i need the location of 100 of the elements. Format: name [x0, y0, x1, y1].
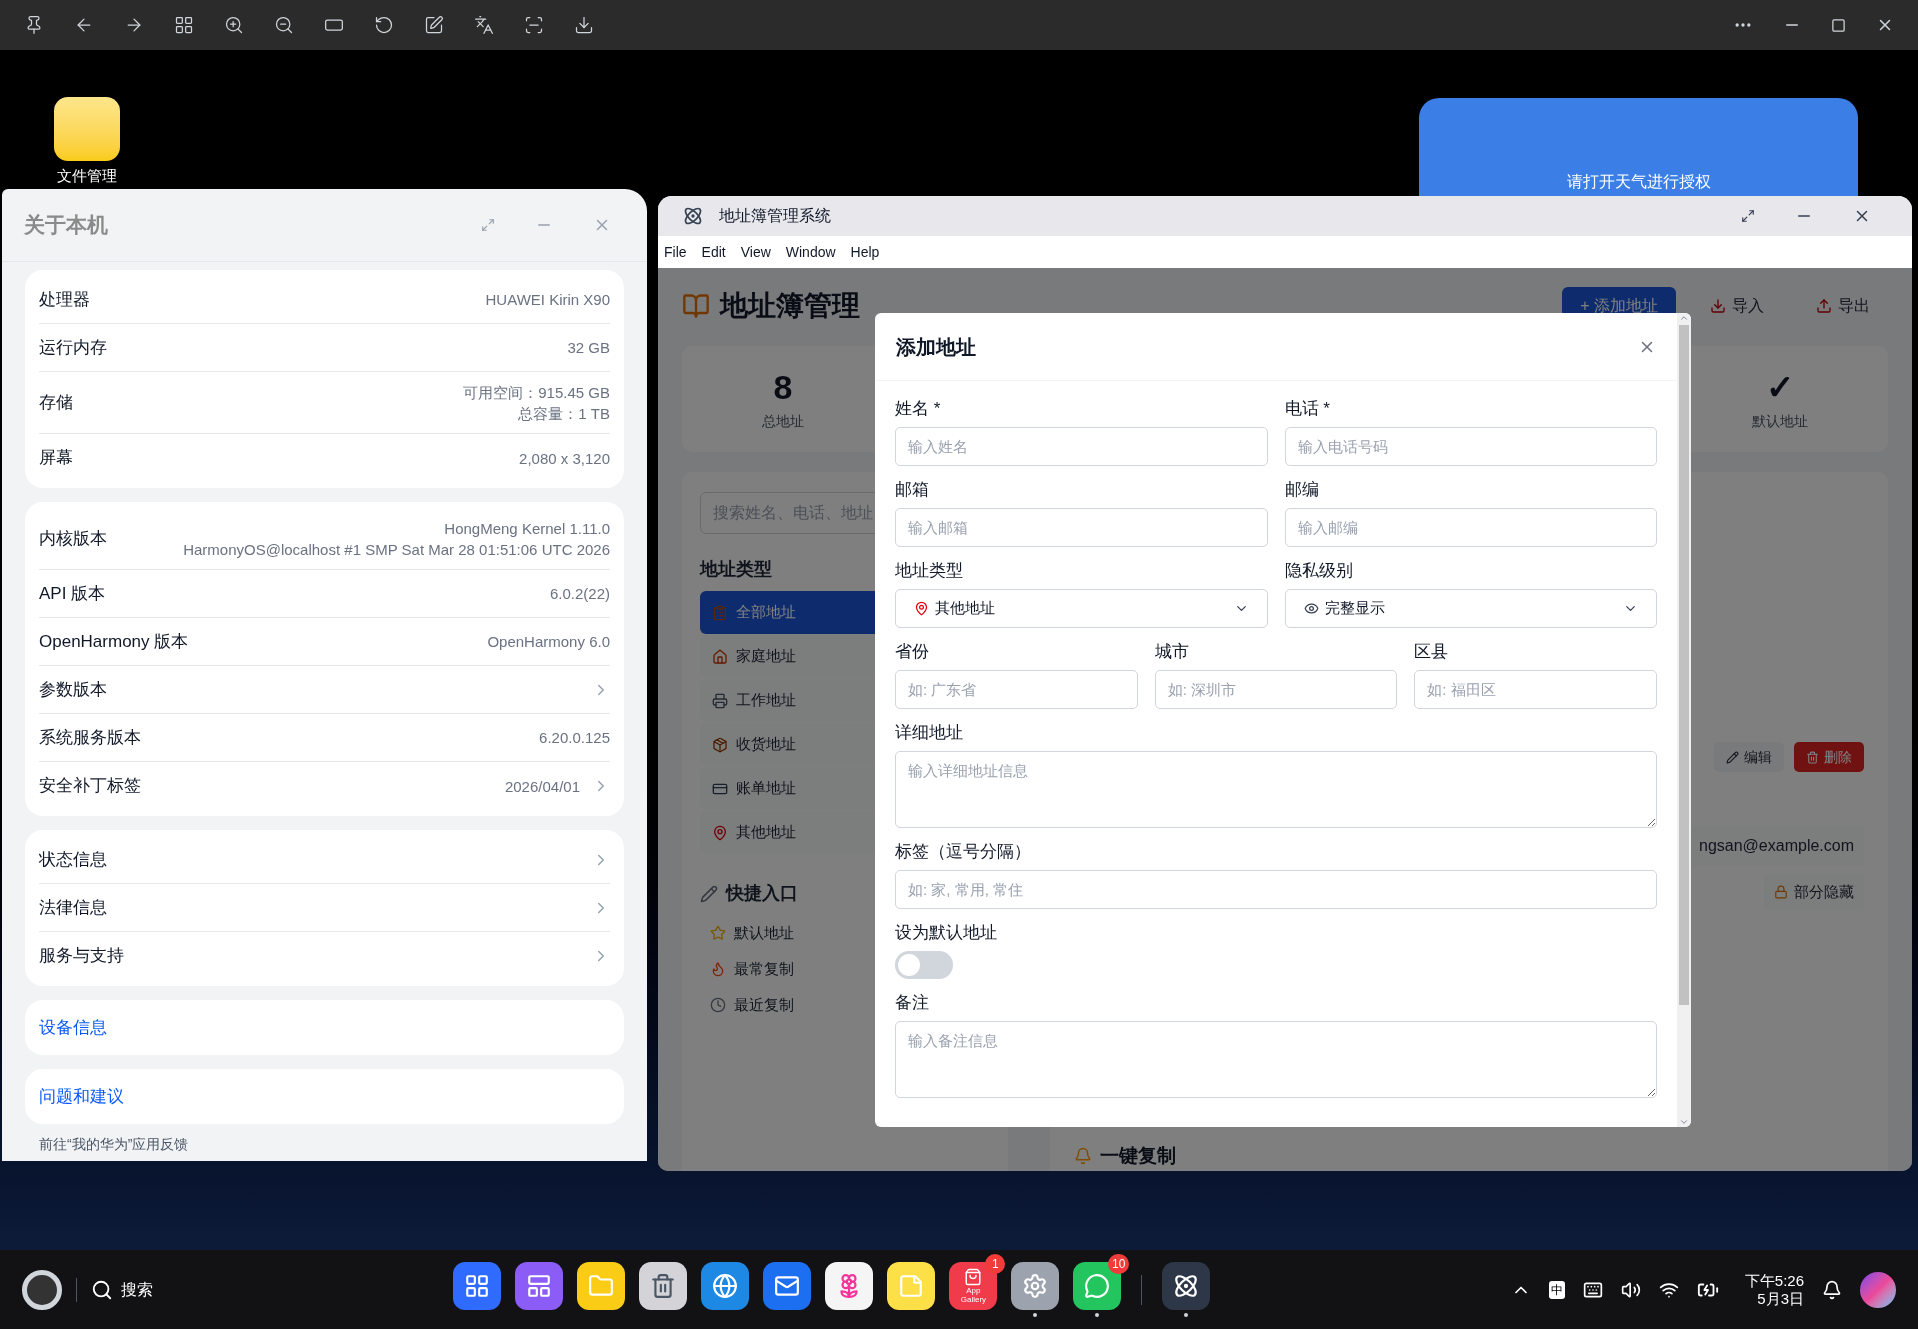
link-card[interactable]: 设备信息 [25, 1000, 624, 1055]
field-label: 省份 [895, 641, 930, 663]
menu-item[interactable]: View [740, 241, 771, 263]
dock-app-icon[interactable] [1162, 1262, 1211, 1310]
settings-row[interactable]: 状态信息 [39, 836, 610, 884]
maximize-icon[interactable] [1831, 17, 1846, 33]
home-icon [712, 648, 728, 665]
dock-app-icon[interactable] [763, 1262, 812, 1310]
row-value: 6.20.0.125 [539, 728, 610, 748]
zoom-out-icon[interactable] [274, 15, 294, 35]
dock-app-icon[interactable] [639, 1262, 688, 1310]
weather-widget[interactable]: 请打开天气进行授权 [1419, 98, 1858, 196]
input-field[interactable]: 输入电话号码 [1284, 427, 1657, 466]
dock-app-icon[interactable] [701, 1262, 750, 1310]
text-area[interactable]: 输入详细地址信息 [895, 751, 1657, 828]
assistant-icon[interactable] [1860, 1271, 1896, 1308]
row-label: 处理器 [39, 288, 91, 311]
field-label: 邮编 [1284, 479, 1320, 501]
select-value: 完整显示 [1324, 598, 1386, 619]
eye-icon [1303, 601, 1319, 616]
menu-item[interactable]: Window [785, 241, 836, 263]
save-icon[interactable] [574, 15, 594, 35]
clock-date[interactable]: 5月3日 [1757, 1289, 1804, 1308]
dock-app-icon[interactable] [577, 1262, 626, 1310]
zoom-in-icon[interactable] [224, 15, 244, 35]
rotate-icon[interactable] [374, 15, 394, 35]
settings-row[interactable]: 法律信息 [39, 884, 610, 932]
scan-icon[interactable] [524, 15, 544, 35]
field-label: 隐私级别 [1284, 560, 1354, 582]
row-label: 运行内存 [39, 336, 108, 359]
toggle-switch[interactable] [895, 951, 953, 979]
translate-icon[interactable] [474, 15, 494, 35]
upload-icon [1816, 298, 1832, 314]
edit-icon[interactable] [424, 15, 444, 35]
gear-icon [1022, 1273, 1049, 1299]
row-label: 服务与支持 [39, 945, 125, 968]
field-label: 地址类型 [895, 560, 964, 582]
folder-icon[interactable] [54, 97, 120, 161]
clock-icon [710, 997, 726, 1013]
menu-item[interactable]: File [664, 241, 687, 263]
dock-app-icon[interactable] [825, 1262, 874, 1310]
input-field[interactable]: 输入邮编 [1284, 508, 1657, 547]
app-label: App Gallery [959, 1286, 988, 1304]
row-value: 可用空间：915.45 GB [463, 382, 610, 403]
row-label: 参数版本 [39, 678, 108, 701]
start-button[interactable] [22, 1269, 62, 1310]
input-field[interactable]: 如: 福田区 [1414, 670, 1657, 709]
volume-icon[interactable] [1620, 1279, 1641, 1300]
input-field[interactable]: 如: 深圳市 [1154, 670, 1398, 709]
expand-icon[interactable] [1741, 209, 1755, 223]
mail-icon [774, 1273, 801, 1299]
dock-app-icon[interactable] [1011, 1262, 1060, 1310]
input-field[interactable]: 输入姓名 [895, 427, 1268, 466]
field-label: 电话 * [1284, 398, 1331, 420]
notification-icon[interactable] [1822, 1279, 1842, 1300]
select-field[interactable]: 其他地址 [895, 589, 1268, 628]
desktop-icon-label[interactable]: 文件管理 [57, 165, 117, 188]
row-label: 系统服务版本 [39, 726, 142, 749]
book-icon [682, 292, 710, 320]
action-button[interactable]: 编辑 [1714, 742, 1784, 772]
row-value: HarmonyOS@localhost #1 SMP Sat Mar 28 01:51:06 UTC 2026 [183, 539, 610, 560]
input-field[interactable]: 如: 广东省 [895, 670, 1138, 709]
link-text[interactable]: 问题和建议 [39, 1083, 124, 1110]
menu-item[interactable]: Edit [701, 241, 726, 263]
notes-icon [898, 1273, 925, 1299]
text-area[interactable]: 输入备注信息 [895, 1021, 1657, 1098]
pin-icon [914, 601, 929, 616]
dialog-title: 添加地址 [896, 334, 977, 360]
notification-badge: 1 [985, 1254, 1006, 1274]
row-value: 32 GB [567, 338, 610, 358]
section-heading: 一键复制 [1100, 1144, 1176, 1168]
field-label: 设为默认地址 [895, 922, 998, 944]
grid-icon[interactable] [174, 15, 194, 35]
settings-row[interactable]: 服务与支持 [39, 932, 610, 980]
section-heading: 快捷入口 [726, 882, 798, 905]
menu-item[interactable]: Help [850, 241, 880, 263]
chat-icon [1084, 1273, 1111, 1299]
pencil-icon [1726, 750, 1739, 764]
section-heading: 地址类型 [700, 558, 772, 581]
dock-app-icon[interactable] [515, 1262, 564, 1310]
app-grid-icon [464, 1273, 491, 1299]
field-label: 备注 [895, 992, 930, 1014]
search-button[interactable]: 搜索 [91, 1277, 153, 1302]
printer-icon [712, 692, 728, 709]
link-text[interactable]: 设备信息 [39, 1014, 107, 1041]
select-field[interactable]: 完整显示 [1284, 589, 1657, 628]
settings-row[interactable]: 安全补丁标签 2026/04/01 [39, 762, 610, 810]
shopping-bag-icon [964, 1268, 983, 1286]
action-button[interactable]: 删除 [1794, 742, 1864, 772]
input-field[interactable]: 输入邮箱 [895, 508, 1268, 547]
clock-time[interactable]: 下午5:26 [1744, 1271, 1804, 1290]
settings-row[interactable]: 参数版本 [39, 666, 610, 714]
input-method-indicator[interactable]: 中 [1548, 1280, 1565, 1299]
field-label: 详细地址 [895, 722, 964, 744]
input-field[interactable]: 如: 家, 常用, 常住 [895, 870, 1657, 909]
dock-app-icon[interactable] [453, 1262, 502, 1310]
stat-value: 8 [773, 366, 793, 407]
dock-app-icon[interactable] [887, 1262, 936, 1310]
link-card[interactable]: 问题和建议 [25, 1069, 624, 1124]
globe-icon [712, 1273, 739, 1299]
